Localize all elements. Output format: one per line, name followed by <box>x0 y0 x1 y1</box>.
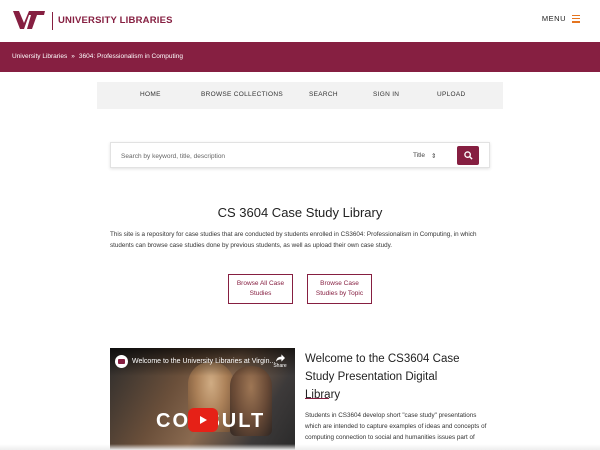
bottom-fade <box>0 444 600 450</box>
search-bar: Title ⇕ <box>110 142 490 168</box>
breadcrumb: University Libraries » 3604: Professiona… <box>12 53 183 60</box>
share-label: Share <box>273 363 287 369</box>
breadcrumb-item-libraries[interactable]: University Libraries <box>12 53 67 60</box>
browse-by-topic-button[interactable]: Browse Case Studies by Topic <box>307 274 372 304</box>
search-field-select[interactable]: Title ⇕ <box>413 152 437 160</box>
welcome-title: Welcome to the CS3604 Case Study Present… <box>305 353 460 401</box>
hamburger-icon <box>572 14 580 23</box>
logo-divider <box>52 12 53 30</box>
play-icon <box>200 416 207 424</box>
breadcrumb-bar: University Libraries » 3604: Professiona… <box>0 42 600 72</box>
breadcrumb-item-current[interactable]: 3604: Professionalism in Computing <box>79 53 183 60</box>
vt-logo-icon[interactable] <box>12 9 46 31</box>
share-button[interactable]: Share <box>273 354 287 369</box>
search-icon <box>463 151 473 160</box>
brand-name[interactable]: UNIVERSITY LIBRARIES <box>58 15 173 26</box>
channel-avatar[interactable] <box>115 355 128 368</box>
search-button[interactable] <box>457 146 479 165</box>
nav-item-home[interactable]: HOME <box>140 91 161 98</box>
browse-all-button[interactable]: Browse All Case Studies <box>228 274 293 304</box>
nav-item-upload[interactable]: UPLOAD <box>437 91 466 98</box>
welcome-body: Students in CS3604 develop short "case s… <box>305 412 487 441</box>
nav-item-search[interactable]: SEARCH <box>309 91 338 98</box>
welcome-divider <box>305 398 329 399</box>
site-header: UNIVERSITY LIBRARIES MENU <box>0 0 600 42</box>
page-description: This site is a repository for case studi… <box>110 231 477 249</box>
main-nav: HOME BROWSE COLLECTIONS SEARCH SIGN IN U… <box>97 82 503 109</box>
breadcrumb-separator: » <box>71 53 75 60</box>
select-arrows-icon: ⇕ <box>431 153 437 160</box>
page-title: CS 3604 Case Study Library <box>217 205 383 220</box>
menu-button[interactable]: MENU <box>542 14 580 23</box>
video-title[interactable]: Welcome to the University Libraries at V… <box>132 358 275 365</box>
share-icon <box>275 354 285 362</box>
play-button[interactable] <box>188 408 218 432</box>
nav-item-sign-in[interactable]: SIGN IN <box>373 91 399 98</box>
search-input[interactable] <box>121 149 391 163</box>
menu-label: MENU <box>541 14 566 23</box>
video-player[interactable]: Welcome to the University Libraries at V… <box>110 348 295 450</box>
search-field-value: Title <box>413 152 426 159</box>
nav-item-browse-collections[interactable]: BROWSE COLLECTIONS <box>201 91 283 98</box>
